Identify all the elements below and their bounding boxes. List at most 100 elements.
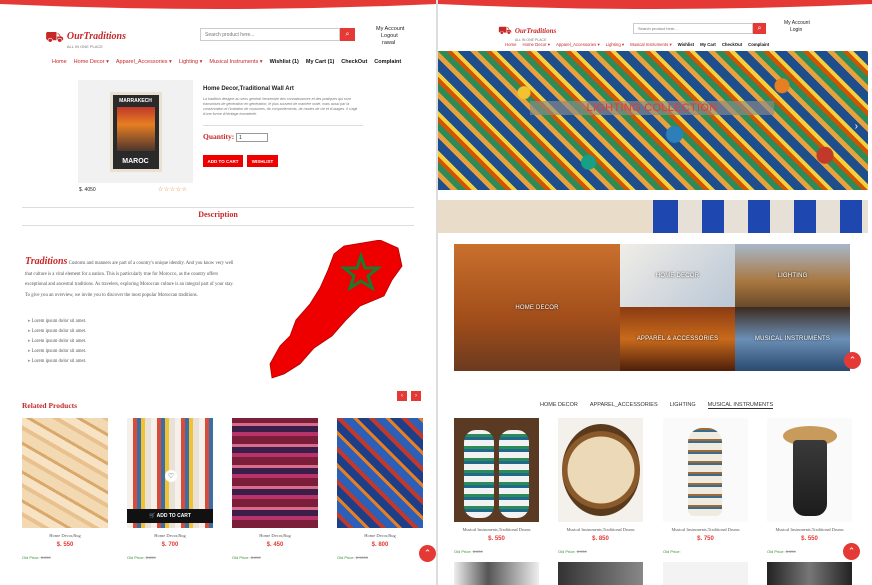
- tab-musical-instruments[interactable]: MUSICAL INSTRUMENTS: [707, 402, 774, 409]
- product-name[interactable]: Musical Instruments,Traditional Drums: [663, 527, 748, 532]
- category-tile-home-decor[interactable]: HOME DECOR: [620, 244, 735, 307]
- logo-tagline: ALL IN ONE PLACE: [66, 44, 103, 49]
- my-account-link[interactable]: My Account: [376, 26, 404, 33]
- nav-wishlist[interactable]: Wishlist (1): [270, 59, 299, 65]
- login-link[interactable]: Login: [784, 27, 810, 34]
- chevron-up-icon[interactable]: ⌃: [844, 352, 861, 369]
- product-thumbnail-partial[interactable]: [558, 562, 643, 585]
- tab-lighting[interactable]: LIGHTING: [670, 402, 696, 409]
- my-account-link[interactable]: My Account: [784, 20, 810, 27]
- product-name[interactable]: Home Decor,Rug: [337, 533, 423, 538]
- related-product-card[interactable]: Home Decor,Rug $. 550 Old Price: $.650: [22, 418, 108, 560]
- chevron-up-icon[interactable]: ⌃: [843, 543, 860, 560]
- tab-home-decor[interactable]: HOME DECOR: [540, 402, 578, 409]
- product-thumbnail[interactable]: [22, 418, 108, 528]
- product-name[interactable]: Musical Instruments,Traditional Drums: [454, 527, 539, 532]
- nav-checkout[interactable]: CheckOut: [341, 59, 367, 65]
- nav-musical[interactable]: Musical Instruments ▾: [630, 42, 672, 48]
- category-tile-apparel[interactable]: APPAREL & ACCESSORIES: [620, 307, 735, 371]
- main-nav: Home Home Decor ▾ Apparel_Accessories ▾ …: [505, 42, 769, 48]
- wall-art-poster: MARRAKECH MAROC: [109, 91, 162, 172]
- nav-checkout[interactable]: CheckOut: [722, 42, 742, 48]
- old-price: Old Price: $.650: [454, 549, 483, 554]
- wishlist-button[interactable]: WISHLIST: [247, 155, 278, 167]
- category-tabs: HOME DECOR APPAREL_ACCESSORIES LIGHTING …: [540, 402, 774, 409]
- tab-apparel[interactable]: APPAREL_ACCESSORIES: [590, 402, 658, 409]
- search-icon[interactable]: ⌕: [753, 23, 766, 34]
- product-thumbnail[interactable]: [767, 418, 852, 522]
- carousel-prev-button[interactable]: ‹: [397, 391, 407, 401]
- main-nav: Home Home Decor ▾ Apparel_Accessories ▾ …: [52, 59, 401, 65]
- list-item: Lorem ipsum dolor sit amet.: [28, 357, 87, 367]
- related-products-heading: Related Products: [22, 401, 78, 410]
- product-card[interactable]: Musical Instruments,Traditional Drums $.…: [767, 418, 852, 554]
- nav-wishlist[interactable]: Wishlist: [678, 42, 694, 48]
- product-price: $. 800: [371, 542, 389, 548]
- category-tile-musical[interactable]: MUSICAL INSTRUMENTS: [735, 307, 850, 371]
- product-thumbnail-partial[interactable]: [454, 562, 539, 585]
- list-item: Lorem ipsum dolor sit amet.: [28, 317, 87, 327]
- add-to-cart-button[interactable]: ADD TO CART: [203, 155, 243, 167]
- nav-cart[interactable]: My Cart: [700, 42, 716, 48]
- quantity-input[interactable]: 1: [236, 133, 268, 142]
- product-card[interactable]: Musical Instruments,Traditional Drums $.…: [663, 418, 748, 554]
- product-card[interactable]: Musical Instruments,Traditional Drums $.…: [558, 418, 643, 554]
- add-to-cart-overlay-button[interactable]: 🛒 ADD TO CART: [127, 509, 213, 523]
- category-tile-lighting[interactable]: LIGHTING: [735, 244, 850, 307]
- product-thumbnail-partial[interactable]: [767, 562, 852, 585]
- list-item: Lorem ipsum dolor sit amet.: [28, 347, 87, 357]
- product-name[interactable]: Musical Instruments,Traditional Drums: [767, 527, 852, 532]
- product-price: $. 450: [266, 542, 284, 548]
- nav-lighting[interactable]: Lighting ▾: [606, 42, 624, 48]
- search-bar: ⌕: [200, 28, 355, 41]
- nav-complaint[interactable]: Complaint: [374, 59, 401, 65]
- logo-name: OurTraditions: [514, 27, 557, 35]
- product-name[interactable]: Home Decor,Rug: [127, 533, 213, 538]
- product-name[interactable]: Home Decor,Rug: [232, 533, 318, 538]
- nav-home[interactable]: Home: [52, 59, 67, 65]
- search-input[interactable]: [633, 23, 753, 34]
- divider: [22, 207, 414, 208]
- nav-apparel[interactable]: Apparel_Accessories ▾: [556, 42, 600, 48]
- nav-home-decor[interactable]: Home Decor ▾: [74, 59, 109, 65]
- nav-complaint[interactable]: Complaint: [748, 42, 769, 48]
- nav-apparel[interactable]: Apparel_Accessories ▾: [116, 59, 172, 65]
- product-thumbnail[interactable]: [558, 418, 643, 522]
- logout-link[interactable]: Logout: [376, 33, 404, 40]
- chevron-right-icon[interactable]: ›: [855, 121, 858, 132]
- related-product-card[interactable]: Home Decor,Rug $. 450 Old Price: $.650: [232, 418, 318, 560]
- username-label: rawal: [382, 40, 396, 46]
- poster-top-text: MARRAKECH: [119, 97, 152, 104]
- product-image[interactable]: MARRAKECH MAROC: [78, 80, 193, 183]
- product-price: $. 550: [801, 536, 818, 542]
- hero-carousel[interactable]: LIGHTING COLLECTION ›: [438, 51, 868, 190]
- search-input[interactable]: [200, 28, 340, 41]
- site-logo[interactable]: ⛟ OurTraditions ALL IN ONE PLACE: [498, 20, 556, 42]
- wishlist-heart-icon[interactable]: ♡: [165, 470, 177, 482]
- product-card[interactable]: Musical Instruments,Traditional Drums $.…: [454, 418, 539, 554]
- nav-cart[interactable]: My Cart (1): [306, 59, 334, 65]
- related-product-card[interactable]: Home Decor,Rug $. 800 Old Price: $.1000: [337, 418, 423, 560]
- product-thumbnail[interactable]: [337, 418, 423, 528]
- product-thumbnail[interactable]: [232, 418, 318, 528]
- product-price: $. 850: [592, 536, 609, 542]
- category-tile-home-decor[interactable]: HOME DECOR: [454, 244, 620, 371]
- product-name[interactable]: Home Decor,Rug: [22, 533, 108, 538]
- nav-home-decor[interactable]: Home Decor ▾: [522, 42, 549, 48]
- product-thumbnail[interactable]: [454, 418, 539, 522]
- related-product-card[interactable]: ♡ 🛒 ADD TO CART Home Decor,Rug $. 700 Ol…: [127, 418, 213, 560]
- product-thumbnail[interactable]: [663, 418, 748, 522]
- nav-musical[interactable]: Musical Instruments ▾: [209, 59, 262, 65]
- search-icon[interactable]: ⌕: [340, 28, 355, 41]
- carousel-next-button[interactable]: ›: [411, 391, 421, 401]
- chevron-up-icon[interactable]: ⌃: [419, 545, 436, 562]
- category-label: MUSICAL INSTRUMENTS: [754, 336, 831, 342]
- product-thumbnail-partial[interactable]: [663, 562, 748, 585]
- nav-lighting[interactable]: Lighting ▾: [179, 59, 203, 65]
- product-name[interactable]: Musical Instruments,Traditional Drums: [558, 527, 643, 532]
- site-logo[interactable]: ⛟ OurTraditions ALL IN ONE PLACE: [45, 26, 126, 49]
- product-thumbnail[interactable]: ♡ 🛒 ADD TO CART: [127, 418, 213, 528]
- nav-home[interactable]: Home: [505, 42, 516, 48]
- rating-stars[interactable]: ☆☆☆☆☆: [158, 186, 187, 193]
- traditions-heading: Traditions: [25, 256, 68, 267]
